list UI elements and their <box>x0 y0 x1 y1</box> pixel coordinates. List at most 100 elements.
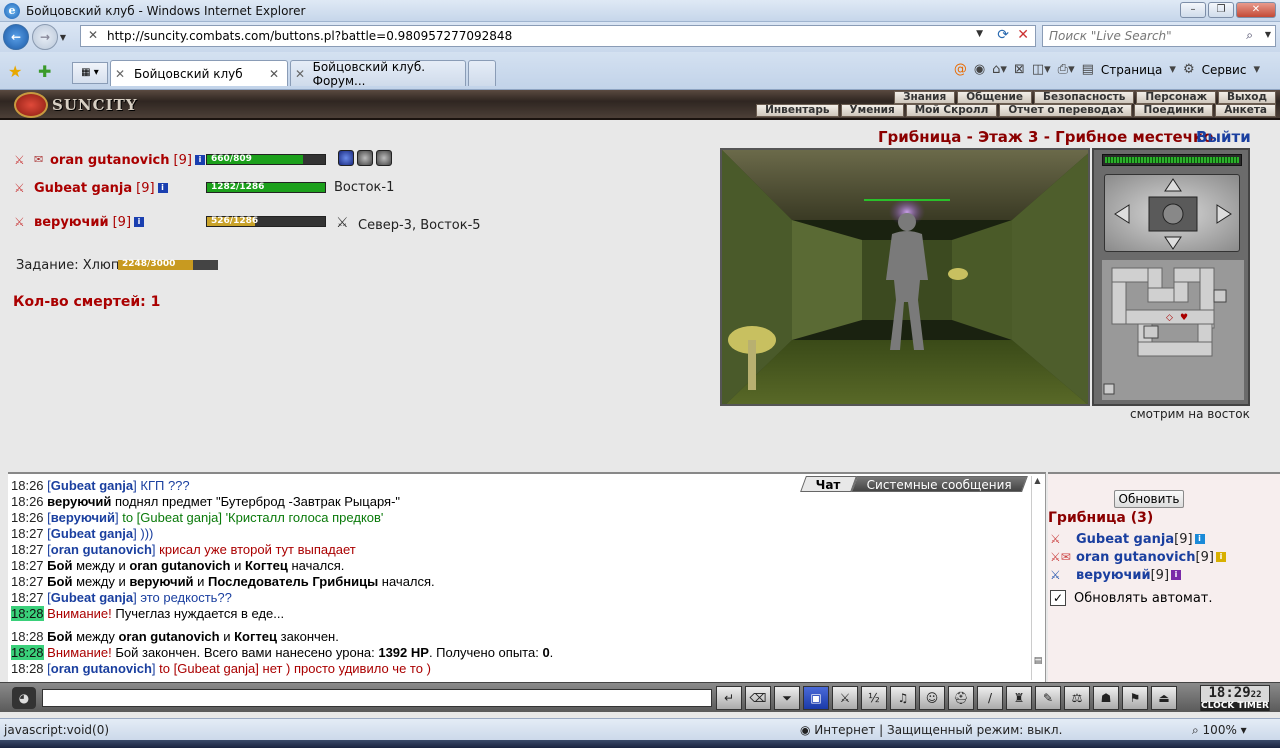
email-icon[interactable]: @ <box>954 62 967 77</box>
auto-refresh-checkbox[interactable]: ✓ <box>1050 590 1066 606</box>
menu-knowledge[interactable]: Знания <box>894 91 956 104</box>
dungeon-map[interactable]: ◇ ♥ <box>1102 260 1244 400</box>
back-button[interactable]: ← <box>3 24 29 50</box>
print-icon[interactable]: ⎙▾ <box>1058 62 1075 77</box>
party-member-name[interactable]: Gubeat ganja <box>34 181 132 196</box>
search-dropdown-icon[interactable]: ▼ <box>1265 30 1271 39</box>
shield-buff-icon[interactable] <box>357 150 373 166</box>
room-user-name[interactable]: веруючий <box>1076 568 1151 583</box>
addon-icon[interactable]: ◉ <box>974 62 985 77</box>
menu-my-scroll[interactable]: Мой Скролл <box>905 104 998 117</box>
menu-communication[interactable]: Общение <box>957 91 1032 104</box>
party-member[interactable]: ⚔ Gubeat ganja [9] i <box>14 178 168 198</box>
menu-inventory[interactable]: Инвентарь <box>756 104 839 117</box>
room-user-name[interactable]: Gubeat ganja <box>1076 532 1174 547</box>
fight-icon[interactable]: ⚔ <box>832 686 858 710</box>
exit-link[interactable]: Выйти <box>1196 128 1251 146</box>
tab-forum[interactable]: ✕ Бойцовский клуб. Форум... <box>290 60 466 88</box>
info-icon[interactable]: i <box>194 155 205 165</box>
tab-system-messages[interactable]: Системные сообщения <box>851 476 1028 492</box>
scroll-down-icon[interactable]: ▤ <box>1032 656 1044 666</box>
chat-user-name[interactable]: Gubeat ganja <box>51 526 133 541</box>
chat-scrollbar[interactable]: ▲ ▤ <box>1031 476 1043 680</box>
chat-user-name[interactable]: Gubeat ganja <box>51 478 133 493</box>
chat-message-input[interactable] <box>42 689 712 707</box>
slash-icon[interactable]: / <box>977 686 1003 710</box>
inventory-icon[interactable]: ☗ <box>1093 686 1119 710</box>
info-icon[interactable]: i <box>157 183 168 193</box>
chat-user-name[interactable]: oran gutanovich <box>51 661 152 676</box>
search-input[interactable]: Поиск "Live Search" ⌕ ▼ <box>1042 25 1276 47</box>
sound-icon[interactable]: ♫ <box>890 686 916 710</box>
party-member[interactable]: ⚔ ✉ oran gutanovich [9] i <box>14 150 205 170</box>
zoom-level[interactable]: ⌕ 100% ▾ <box>1192 723 1247 738</box>
feeds-icon[interactable]: ◫▾ <box>1032 62 1051 77</box>
tab-fight-club[interactable]: ✕ Бойцовский клуб ✕ <box>110 60 288 86</box>
info-icon[interactable]: i <box>1194 534 1205 544</box>
search-icon[interactable]: ⌕ <box>1246 28 1253 43</box>
address-field[interactable]: ✕ http://suncity.combats.com/buttons.pl?… <box>80 25 1036 47</box>
buff-icon[interactable] <box>338 150 354 166</box>
flag-icon[interactable]: ⚑ <box>1122 686 1148 710</box>
menu-transfer-report[interactable]: Отчет о переводах <box>999 104 1133 117</box>
exit-icon[interactable]: ⏏ <box>1151 686 1177 710</box>
shield-buff-icon[interactable] <box>376 150 392 166</box>
menu-battles[interactable]: Поединки <box>1134 104 1214 117</box>
forward-button[interactable]: → <box>32 24 58 50</box>
chat-user-name[interactable]: Gubeat ganja <box>51 590 133 605</box>
menu-skills[interactable]: Умения <box>840 104 904 117</box>
dungeon-view[interactable] <box>720 148 1090 406</box>
turn-right-icon[interactable] <box>1216 204 1232 224</box>
menu-security[interactable]: Безопасность <box>1033 91 1135 104</box>
filter-icon[interactable]: ⏷ <box>774 686 800 710</box>
history-dropdown-icon[interactable]: ▼ <box>58 33 68 42</box>
menu-profile[interactable]: Анкета <box>1215 104 1276 117</box>
refresh-button[interactable]: Обновить <box>1114 490 1184 508</box>
room-user[interactable]: ⚔ веруючий [9] i <box>1050 566 1182 584</box>
info-icon[interactable]: i <box>134 217 145 227</box>
chat-panel[interactable]: 18:26 [Gubeat ganja] КГП ??? 18:26 веруюч… <box>8 472 1046 682</box>
helmet-icon[interactable]: ⛑ <box>948 686 974 710</box>
trade-icon[interactable]: ⚖ <box>1064 686 1090 710</box>
scroll-up-icon[interactable]: ▲ <box>1032 476 1043 485</box>
party-member[interactable]: ⚔ веруючий [9] i <box>14 212 145 232</box>
save-icon[interactable]: ▣ <box>803 686 829 710</box>
clear-icon[interactable]: ⌫ <box>745 686 771 710</box>
block-icon[interactable]: ⊠ <box>1014 62 1025 77</box>
quick-tabs-button[interactable]: ▦ ▾ <box>72 62 108 84</box>
room-user-name[interactable]: oran gutanovich <box>1076 550 1196 565</box>
url-dropdown-icon[interactable]: ▼ <box>976 29 983 39</box>
new-tab-button[interactable] <box>468 60 496 86</box>
add-favorites-icon[interactable]: ✚ <box>38 62 51 81</box>
smiley-icon[interactable]: ☺ <box>919 686 945 710</box>
move-back-icon[interactable] <box>1164 236 1182 250</box>
menu-exit[interactable]: Выход <box>1218 91 1276 104</box>
stop-icon[interactable]: ✕ <box>1017 27 1029 43</box>
minimize-button[interactable]: – <box>1180 2 1206 18</box>
chat-user-name[interactable]: веруючий <box>51 510 115 525</box>
page-menu[interactable]: Страница <box>1101 63 1163 77</box>
maximize-button[interactable]: ❐ <box>1208 2 1234 18</box>
chat-user-name[interactable]: oran gutanovich <box>51 542 152 557</box>
favorites-star-icon[interactable]: ★ <box>8 62 22 81</box>
scroll-icon[interactable]: ✎ <box>1035 686 1061 710</box>
speak-icon[interactable]: ◕ <box>12 687 36 709</box>
refresh-icon[interactable]: ⟳ <box>997 27 1009 43</box>
home-icon[interactable]: ⌂▾ <box>992 62 1007 77</box>
tools-menu[interactable]: Сервис <box>1202 63 1247 77</box>
room-user[interactable]: ⚔ Gubeat ganja [9] i <box>1050 530 1205 548</box>
party-member-name[interactable]: oran gutanovich <box>50 153 170 168</box>
info-icon[interactable]: i <box>1171 570 1182 580</box>
close-tab-icon[interactable]: ✕ <box>269 67 279 81</box>
menu-character[interactable]: Персонаж <box>1136 91 1217 104</box>
room-user[interactable]: ⚔✉ oran gutanovich [9] i <box>1050 548 1226 566</box>
send-icon[interactable]: ↵ <box>716 686 742 710</box>
move-forward-icon[interactable] <box>1164 178 1182 192</box>
info-icon[interactable]: i <box>1215 552 1226 562</box>
party-member-name[interactable]: веруючий <box>34 215 109 230</box>
bag-icon[interactable]: ♜ <box>1006 686 1032 710</box>
split-icon[interactable]: ½ <box>861 686 887 710</box>
tab-chat[interactable]: Чат <box>800 476 857 492</box>
close-window-button[interactable]: ✕ <box>1236 2 1276 18</box>
turn-left-icon[interactable] <box>1114 204 1130 224</box>
